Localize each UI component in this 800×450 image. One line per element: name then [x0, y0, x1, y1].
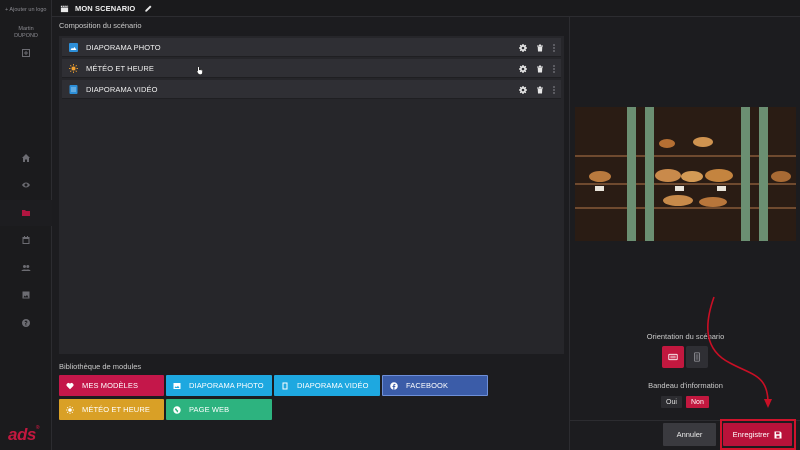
cancel-button[interactable]: Annuler: [663, 423, 716, 446]
user-last-name: DUPOND: [14, 33, 38, 39]
scenario-item-label: DIAPORAMA VIDÉO: [86, 84, 158, 94]
orientation-label: Orientation du scénario: [646, 332, 725, 341]
drag-handle-icon[interactable]: [553, 43, 555, 52]
composition-label: Composition du scénario: [59, 21, 142, 30]
band-no-toggle[interactable]: Non: [686, 396, 709, 408]
orientation-portrait-button[interactable]: [686, 346, 708, 368]
folder-icon[interactable]: [0, 200, 52, 226]
home-icon[interactable]: [0, 145, 52, 171]
hand-cursor-icon: [196, 66, 203, 75]
settings-gear-icon[interactable]: [519, 64, 527, 73]
edit-pencil-icon[interactable]: [144, 4, 153, 13]
drag-handle-icon[interactable]: [553, 64, 555, 73]
settings-gear-icon[interactable]: [519, 43, 527, 52]
scenario-item[interactable]: DIAPORAMA VIDÉO: [62, 80, 561, 99]
composition-panel: DIAPORAMA PHOTO MÉTÉO ET HEURE DIAPORAMA…: [59, 36, 564, 354]
left-rail: + Ajouter un logo Martin DUPOND ads®: [0, 0, 52, 450]
users-icon[interactable]: [0, 255, 52, 281]
trash-icon[interactable]: [536, 65, 544, 73]
photo-icon: [69, 42, 78, 52]
plus-square-icon[interactable]: [0, 40, 52, 66]
module-facebook-button[interactable]: FACEBOOK: [382, 375, 488, 396]
settings-panel: Orientation du scénario Bandeau d'inform…: [569, 17, 800, 450]
scenario-item[interactable]: DIAPORAMA PHOTO: [62, 38, 561, 57]
brand-logo: ads®: [8, 425, 40, 444]
scenario-item-label: MÉTÉO ET HEURE: [86, 63, 154, 73]
video-icon: [282, 382, 288, 389]
facebook-icon: [390, 381, 398, 390]
module-diaporama-video-button[interactable]: DIAPORAMA VIDÉO: [274, 375, 380, 396]
module-library: MES MODÈLES DIAPORAMA PHOTO DIAPORAMA VI…: [59, 375, 564, 421]
portrait-screen-icon: [694, 352, 700, 362]
image-icon[interactable]: [0, 282, 52, 308]
scenario-preview-image: [575, 107, 796, 241]
video-icon: [69, 84, 78, 94]
eye-icon[interactable]: [0, 172, 52, 198]
settings-gear-icon[interactable]: [519, 85, 527, 94]
scenario-title: MON SCENARIO: [75, 3, 136, 13]
add-logo-link[interactable]: + Ajouter un logo: [5, 7, 46, 13]
top-bar: MON SCENARIO: [52, 0, 800, 17]
clapperboard-icon: [60, 5, 69, 12]
landscape-screen-icon: [668, 353, 678, 361]
scenario-item[interactable]: MÉTÉO ET HEURE: [62, 59, 561, 78]
module-diaporama-photo-button[interactable]: DIAPORAMA PHOTO: [166, 375, 272, 396]
calendar-icon[interactable]: [0, 227, 52, 253]
module-library-label: Bibliothèque de modules: [59, 362, 142, 371]
trash-icon[interactable]: [536, 86, 544, 94]
trash-icon[interactable]: [536, 44, 544, 52]
sun-icon: [69, 63, 78, 73]
photo-icon: [173, 382, 181, 389]
user-first-name: Martin: [18, 26, 34, 32]
globe-icon: [173, 405, 181, 414]
orientation-landscape-button[interactable]: [662, 346, 684, 368]
band-yes-toggle[interactable]: Oui: [661, 396, 682, 408]
drag-handle-icon[interactable]: [553, 85, 555, 94]
save-highlight-box: [720, 419, 796, 450]
info-band-label: Bandeau d'information: [648, 381, 723, 390]
module-page-web-button[interactable]: PAGE WEB: [166, 399, 272, 420]
module-meteo-heure-button[interactable]: MÉTÉO ET HEURE: [59, 399, 164, 420]
module-mes-modeles-button[interactable]: MES MODÈLES: [59, 375, 164, 396]
sun-icon: [66, 405, 74, 414]
scenario-item-label: DIAPORAMA PHOTO: [86, 42, 161, 52]
help-icon[interactable]: [0, 310, 52, 336]
heart-icon: [66, 382, 74, 389]
